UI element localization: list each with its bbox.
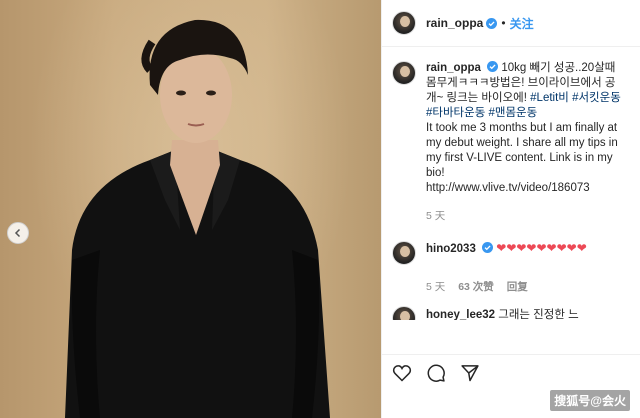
- caption-username[interactable]: rain_oppa: [426, 62, 481, 74]
- post-photo: [0, 0, 381, 418]
- post-sidebar: rain_oppa • 关注 rain_oppa 10kg 빼기 성공..20살…: [381, 0, 640, 418]
- reply-button[interactable]: 回复: [507, 281, 528, 293]
- comment-username[interactable]: hino2033: [426, 243, 476, 255]
- comment-text: 그래는 진정한 느: [498, 309, 579, 320]
- share-icon[interactable]: [460, 363, 480, 383]
- comment-likes[interactable]: 63 次赞: [458, 281, 494, 293]
- comment-meta: 5 天 63 次赞 回复: [426, 279, 630, 294]
- comment-username[interactable]: honey_lee32: [426, 309, 495, 320]
- caption-english-text: It took me 3 months but I am finally at …: [426, 122, 618, 179]
- hashtag-link[interactable]: #Letit비: [530, 92, 569, 104]
- verified-badge-icon: [487, 61, 499, 72]
- carousel-prev-button[interactable]: [7, 222, 29, 244]
- comment-timestamp: 5 天: [426, 281, 446, 293]
- hashtag-link[interactable]: #서킷운동: [572, 92, 621, 104]
- chevron-left-icon: [14, 228, 21, 238]
- hashtag-link[interactable]: #타바타운동: [426, 107, 485, 119]
- comment-hearts: ❤❤❤❤❤❤❤❤❤: [496, 241, 587, 255]
- verified-badge-icon: [486, 17, 498, 29]
- comments-area: rain_oppa 10kg 빼기 성공..20살때 몸무게ㅋㅋㅋ방법은! 브이…: [382, 47, 640, 320]
- post-header: rain_oppa • 关注: [382, 0, 640, 47]
- caption-timestamp: 5 天: [426, 210, 446, 222]
- comment-item: hino2033 ❤❤❤❤❤❤❤❤❤: [392, 241, 630, 265]
- avatar[interactable]: [392, 306, 416, 320]
- verified-badge-icon: [482, 242, 494, 253]
- caption: rain_oppa 10kg 빼기 성공..20살때 몸무게ㅋㅋㅋ방법은! 브이…: [392, 61, 630, 224]
- follow-button[interactable]: 关注: [510, 15, 534, 32]
- heart-icon[interactable]: [392, 363, 412, 383]
- separator-dot: •: [501, 16, 506, 30]
- caption-link[interactable]: http://www.vlive.tv/video/186073: [426, 181, 626, 196]
- comment-icon[interactable]: [426, 363, 446, 383]
- hashtag-link[interactable]: #맨몸운동: [489, 107, 538, 119]
- source-watermark: 搜狐号@会火: [550, 390, 630, 411]
- comment-item-partial: honey_lee32 그래는 진정한 느: [392, 306, 630, 320]
- avatar[interactable]: [392, 241, 416, 265]
- avatar[interactable]: [392, 11, 416, 35]
- person-illustration: [65, 19, 330, 418]
- post-username[interactable]: rain_oppa: [426, 16, 483, 30]
- avatar[interactable]: [392, 61, 416, 85]
